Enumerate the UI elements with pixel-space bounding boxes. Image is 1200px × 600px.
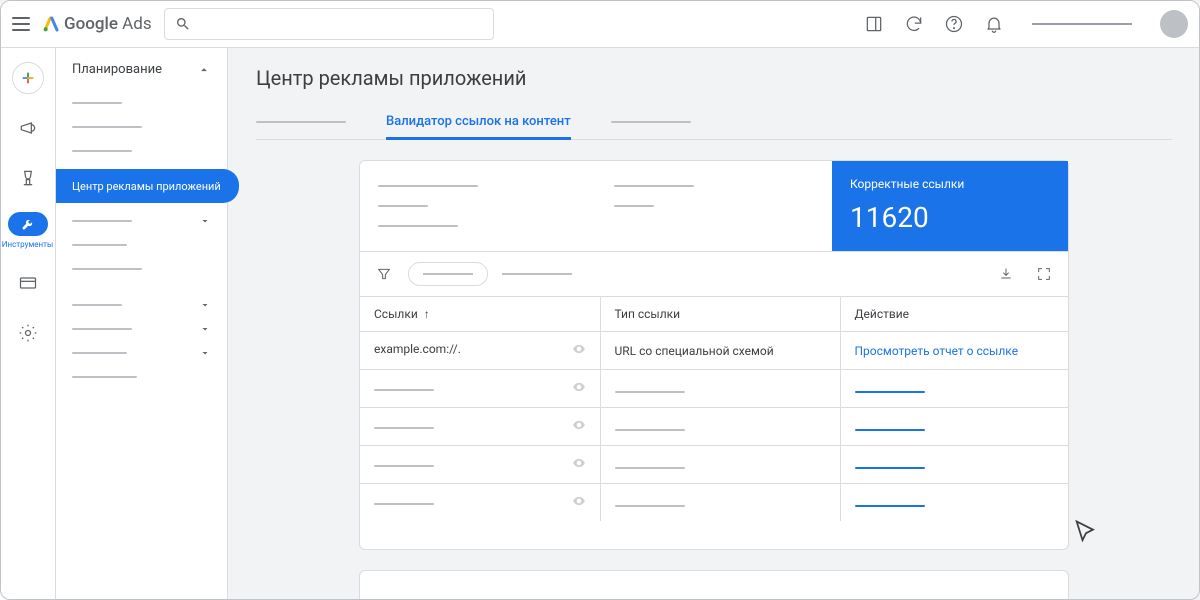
campaigns-icon[interactable] <box>12 112 44 144</box>
table-row <box>360 446 1068 484</box>
action-link[interactable] <box>855 505 925 507</box>
stat-value: 11620 <box>850 201 1050 234</box>
action-link[interactable] <box>855 429 925 431</box>
create-button[interactable] <box>12 62 44 94</box>
notifications-icon[interactable] <box>984 14 1004 34</box>
sidebar-item[interactable] <box>56 139 227 163</box>
table-row <box>360 370 1068 408</box>
page-title: Центр рекламы приложений <box>256 66 1172 90</box>
ads-logo-icon <box>42 15 60 33</box>
table-row: example.com://. URL со специальной схемо… <box>360 332 1068 370</box>
product-logo: Google Ads <box>42 14 152 34</box>
sidebar-item[interactable] <box>56 115 227 139</box>
help-icon[interactable] <box>944 14 964 34</box>
visibility-icon[interactable] <box>572 494 586 511</box>
sidebar-item[interactable] <box>56 365 227 389</box>
table-row <box>360 484 1068 522</box>
secondary-card <box>359 570 1069 600</box>
sidebar-item[interactable] <box>56 257 227 281</box>
stat-col[interactable] <box>360 161 596 251</box>
table-toolbar <box>360 251 1068 296</box>
sidebar-item[interactable] <box>56 341 227 365</box>
sidebar-item[interactable] <box>56 293 227 317</box>
action-link[interactable] <box>855 391 925 393</box>
account-placeholder <box>1032 23 1132 25</box>
view-report-link[interactable]: Просмотреть отчет о ссылке <box>855 344 1019 358</box>
menu-icon[interactable] <box>12 17 30 31</box>
appearance-icon[interactable] <box>864 14 884 34</box>
sidebar: Планирование Центр рекламы приложений <box>56 48 228 600</box>
tab[interactable] <box>611 113 691 133</box>
nav-rail: Инструменты <box>0 48 56 600</box>
goals-icon[interactable] <box>12 162 44 194</box>
tools-icon[interactable] <box>8 212 48 236</box>
chevron-down-icon <box>199 299 211 311</box>
sidebar-active-label: Центр рекламы приложений <box>72 180 221 193</box>
visibility-icon[interactable] <box>572 418 586 435</box>
action-link[interactable] <box>855 467 925 469</box>
tab-label: Валидатор ссылок на контент <box>386 114 571 129</box>
stat-label: Корректные ссылки <box>850 177 1050 191</box>
filter-icon[interactable] <box>374 264 394 284</box>
visibility-icon[interactable] <box>572 380 586 397</box>
stat-col-valid-links[interactable]: Корректные ссылки 11620 <box>832 161 1068 251</box>
type-cell: URL со специальной схемой <box>615 344 774 358</box>
stat-col[interactable] <box>596 161 832 251</box>
search-field[interactable] <box>199 16 483 31</box>
tab[interactable] <box>256 113 346 133</box>
sidebar-item-app-ads-hub[interactable]: Центр рекламы приложений <box>56 169 239 203</box>
chevron-down-icon <box>199 323 211 335</box>
download-icon[interactable] <box>996 264 1016 284</box>
filter-chip[interactable] <box>408 262 488 286</box>
visibility-icon[interactable] <box>572 456 586 473</box>
col-header-links[interactable]: Ссылки↑ <box>360 297 600 332</box>
sidebar-item[interactable] <box>56 209 227 233</box>
expand-icon[interactable] <box>1034 264 1054 284</box>
billing-icon[interactable] <box>12 267 44 299</box>
col-header-type[interactable]: Тип ссылки <box>600 297 840 332</box>
col-header-action[interactable]: Действие <box>840 297 1068 332</box>
sort-asc-icon: ↑ <box>424 307 430 321</box>
sidebar-header-label: Планирование <box>72 62 162 77</box>
chevron-down-icon <box>199 347 211 359</box>
table-row <box>360 408 1068 446</box>
link-cell: example.com://. <box>374 342 461 356</box>
sidebar-item[interactable] <box>56 317 227 341</box>
sidebar-item[interactable] <box>56 233 227 257</box>
app-header: Google Ads <box>0 0 1200 48</box>
sidebar-item[interactable] <box>56 91 227 115</box>
tabs: Валидатор ссылок на контент <box>256 106 1172 140</box>
visibility-icon[interactable] <box>572 342 586 359</box>
cursor-icon <box>1072 518 1100 550</box>
search-icon <box>175 16 191 32</box>
refresh-icon[interactable] <box>904 14 924 34</box>
content-area: Центр рекламы приложений Валидатор ссыло… <box>228 48 1200 600</box>
sidebar-section-header[interactable]: Планирование <box>56 62 227 85</box>
links-table: Ссылки↑ Тип ссылки Действие example.com:… <box>360 296 1068 521</box>
chevron-down-icon <box>199 215 211 227</box>
search-input[interactable] <box>164 8 494 40</box>
chevron-up-icon <box>197 63 211 77</box>
avatar[interactable] <box>1160 10 1188 38</box>
validator-card: Корректные ссылки 11620 Ссылки↑ Тип ссыл <box>359 160 1069 550</box>
header-actions <box>864 10 1188 38</box>
tab-link-validator[interactable]: Валидатор ссылок на контент <box>386 106 571 139</box>
logo-text: Google Ads <box>64 14 152 34</box>
stats-row: Корректные ссылки 11620 <box>360 161 1068 251</box>
tools-label: Инструменты <box>2 240 53 249</box>
admin-icon[interactable] <box>12 317 44 349</box>
